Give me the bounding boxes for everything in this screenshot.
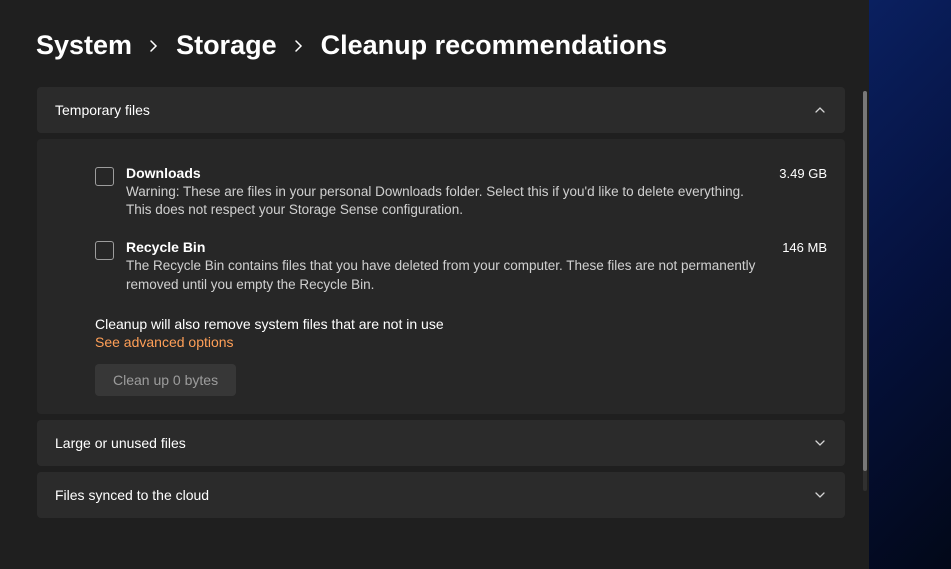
panel-body-temporary-files: Downloads 3.49 GB Warning: These are fil… [37,139,845,414]
action-row: Clean up 0 bytes [55,350,827,396]
panel-title: Files synced to the cloud [55,487,209,503]
file-row-downloads: Downloads 3.49 GB Warning: These are fil… [55,155,827,229]
chevron-right-icon [291,38,307,54]
content-area: Temporary files Downloads 3.49 GB Warnin… [0,79,869,569]
page-title: Cleanup recommendations [321,30,668,61]
panel-cloud-files: Files synced to the cloud [37,472,845,518]
panel-header-temporary-files[interactable]: Temporary files [37,87,845,133]
file-name: Recycle Bin [126,239,205,255]
panel-header-large-files[interactable]: Large or unused files [37,420,845,466]
scrollbar-thumb[interactable] [863,91,867,471]
chevron-right-icon [146,38,162,54]
cleanup-note: Cleanup will also remove system files th… [95,316,827,332]
panel-title: Large or unused files [55,435,186,451]
checkbox-downloads[interactable] [95,167,114,186]
panel-title: Temporary files [55,102,150,118]
panel-header-cloud-files[interactable]: Files synced to the cloud [37,472,845,518]
note-block: Cleanup will also remove system files th… [55,304,827,350]
file-row-recyclebin: Recycle Bin 146 MB The Recycle Bin conta… [55,229,827,303]
checkbox-recyclebin[interactable] [95,241,114,260]
chevron-down-icon [813,488,827,502]
file-description: Warning: These are files in your persona… [126,183,766,219]
breadcrumb-storage[interactable]: Storage [176,30,277,61]
file-size: 3.49 GB [779,166,827,181]
file-info: Recycle Bin 146 MB The Recycle Bin conta… [126,239,827,293]
chevron-down-icon [813,436,827,450]
breadcrumb: System Storage Cleanup recommendations [0,0,869,79]
advanced-options-link[interactable]: See advanced options [95,334,827,350]
chevron-up-icon [813,103,827,117]
scrollbar[interactable] [863,91,867,491]
file-size: 146 MB [782,240,827,255]
settings-window: System Storage Cleanup recommendations T… [0,0,869,569]
panel-temporary-files: Temporary files [37,87,845,133]
breadcrumb-system[interactable]: System [36,30,132,61]
panel-large-files: Large or unused files [37,420,845,466]
file-description: The Recycle Bin contains files that you … [126,257,766,293]
desktop-background [869,0,951,569]
cleanup-button[interactable]: Clean up 0 bytes [95,364,236,396]
file-info: Downloads 3.49 GB Warning: These are fil… [126,165,827,219]
file-name: Downloads [126,165,201,181]
